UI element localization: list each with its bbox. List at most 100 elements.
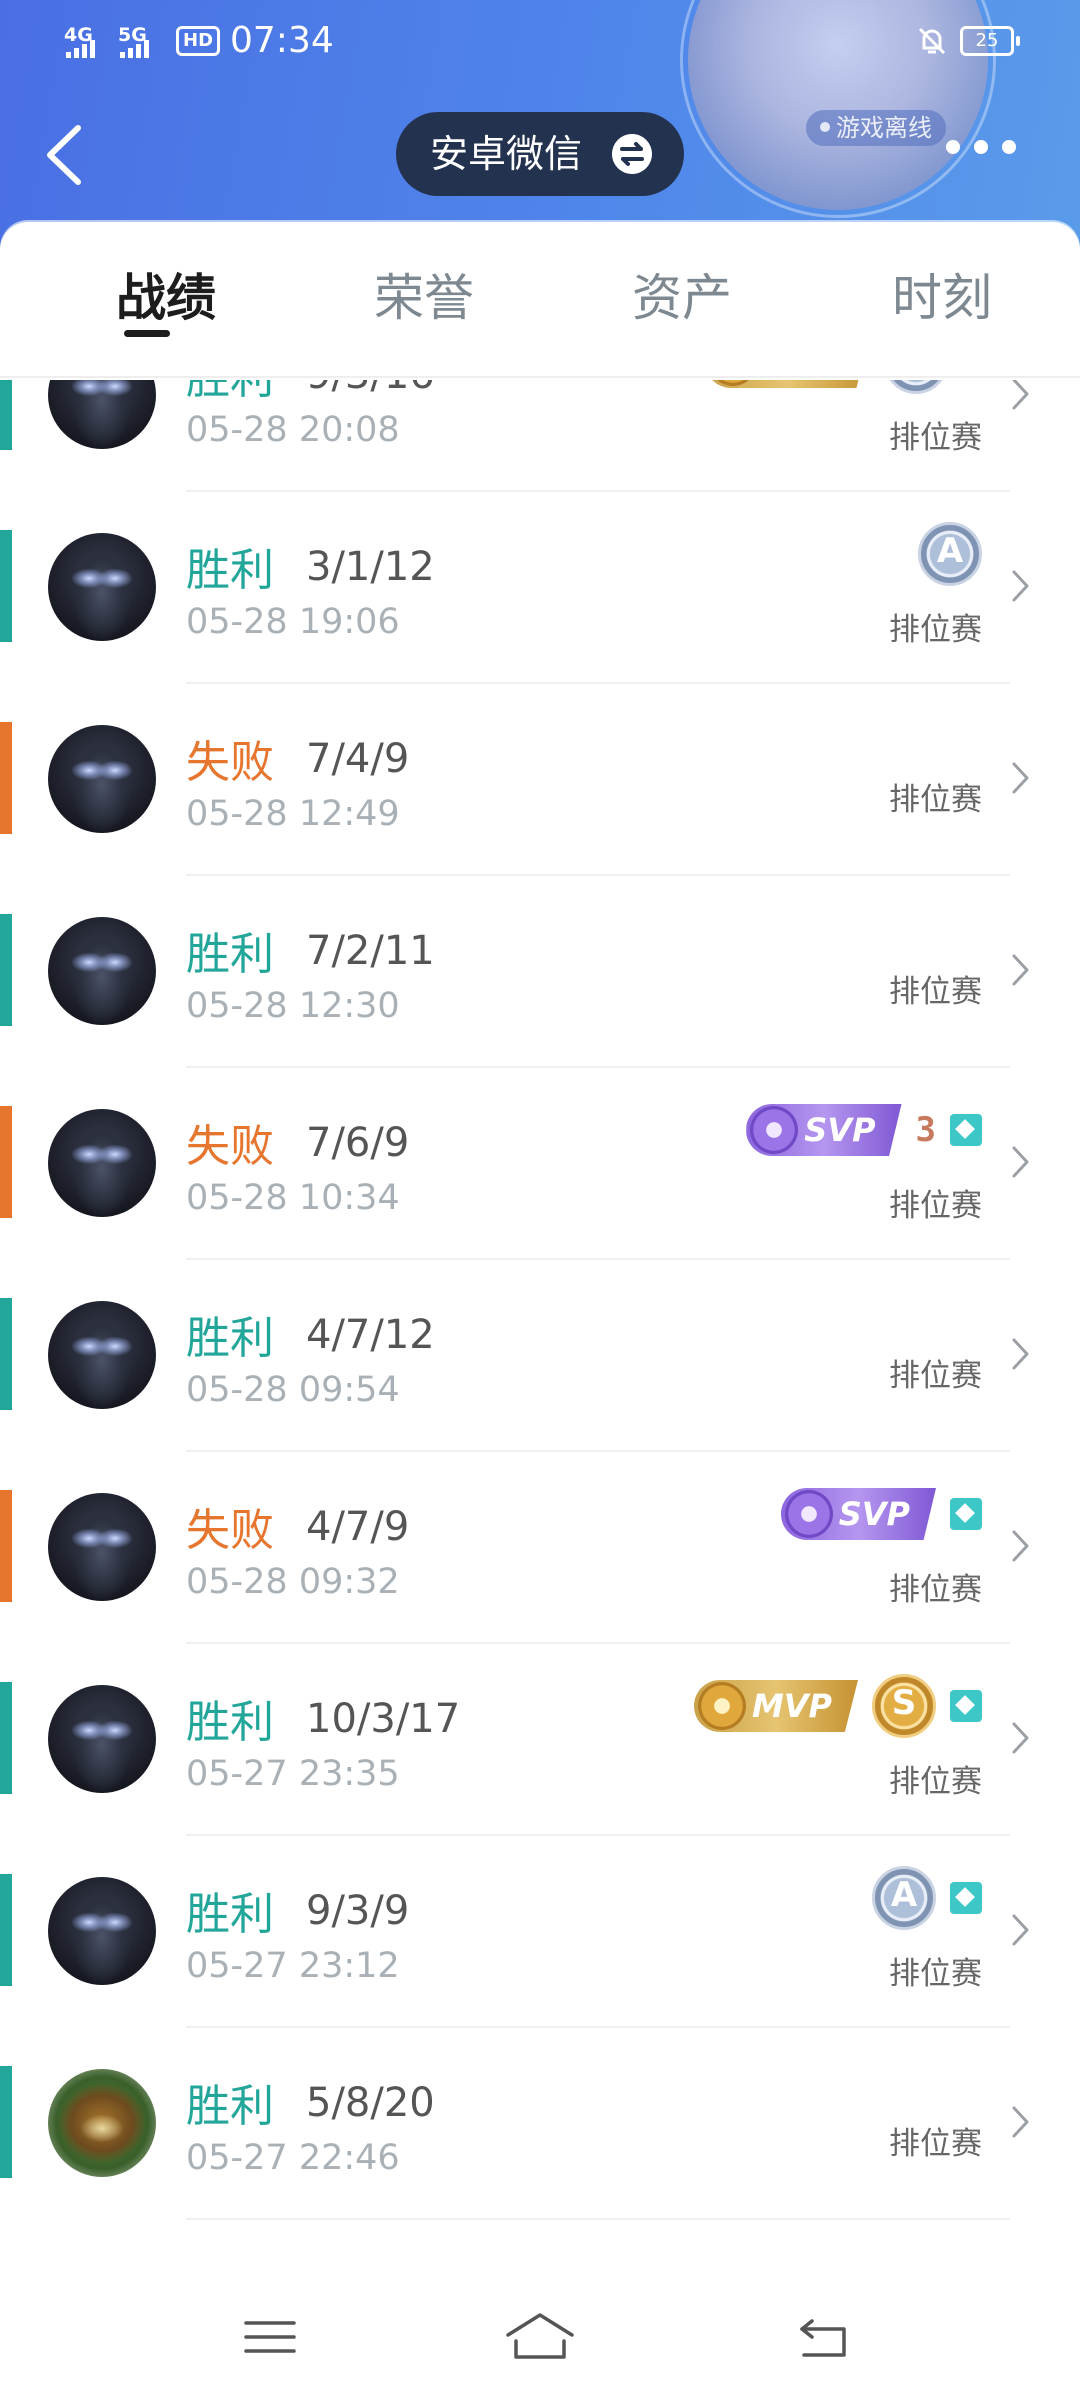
match-time: 05-28 12:30 xyxy=(186,986,400,1026)
match-row[interactable]: 胜利 4/7/12 05-28 09:54 排位赛 xyxy=(0,1260,1080,1452)
match-time: 05-28 09:32 xyxy=(186,1562,400,1602)
diamond-icon xyxy=(950,1498,982,1530)
match-row[interactable]: 失败 7/6/9 05-28 10:34 SVP 3 排位赛 xyxy=(0,1068,1080,1260)
match-mode: 排位赛 xyxy=(889,420,982,456)
match-badges: MVP A 3 xyxy=(705,380,982,394)
match-badges: A xyxy=(918,522,982,586)
match-row[interactable]: 胜利 3/1/12 05-28 19:06 A 排位赛 xyxy=(0,492,1080,684)
hero-avatar xyxy=(48,1109,156,1217)
match-row[interactable]: 胜利 7/2/11 05-28 12:30 排位赛 xyxy=(0,876,1080,1068)
game-status-badge: 游戏离线 xyxy=(806,110,946,146)
account-switch-button[interactable]: 安卓微信 xyxy=(396,112,684,196)
result-indicator-bar xyxy=(0,530,12,642)
back-arrow-icon[interactable] xyxy=(40,120,90,190)
match-time: 05-27 22:46 xyxy=(186,2138,400,2178)
match-result: 胜利 xyxy=(186,380,274,406)
chevron-right-icon xyxy=(1012,1722,1029,1754)
match-time: 05-28 20:08 xyxy=(186,410,400,450)
match-badges: A xyxy=(872,1866,982,1930)
chevron-right-icon xyxy=(1012,954,1029,986)
match-row[interactable]: 失败 4/7/9 05-28 09:32 SVP 排位赛 xyxy=(0,1452,1080,1644)
match-result: 胜利 xyxy=(186,1697,274,1748)
signal-icon xyxy=(120,40,149,58)
chevron-right-icon xyxy=(1012,1146,1029,1178)
match-badges: SVP 3 xyxy=(746,1100,982,1160)
match-kda: 5/8/20 xyxy=(306,2080,435,2126)
match-time: 05-27 23:12 xyxy=(186,1946,400,1986)
hero-avatar xyxy=(48,1301,156,1409)
match-kda: 9/3/16 xyxy=(306,380,435,398)
match-result: 胜利 xyxy=(186,929,274,980)
tab-assets[interactable]: 资产 xyxy=(622,258,742,328)
hero-avatar xyxy=(48,725,156,833)
match-row[interactable]: 胜利 10/3/17 05-27 23:35 MVP S 排位赛 xyxy=(0,1644,1080,1836)
back-icon[interactable] xyxy=(794,2307,854,2367)
match-time: 05-28 09:54 xyxy=(186,1370,400,1410)
match-result: 失败 xyxy=(186,1505,274,1556)
tab-active-indicator xyxy=(124,330,170,337)
match-result: 胜利 xyxy=(186,545,274,596)
match-result: 胜利 xyxy=(186,1313,274,1364)
match-result: 胜利 xyxy=(186,2081,274,2132)
account-label: 安卓微信 xyxy=(430,132,583,176)
match-mode: 排位赛 xyxy=(889,612,982,648)
chevron-right-icon xyxy=(1012,570,1029,602)
match-mode: 排位赛 xyxy=(889,1764,982,1800)
match-row[interactable]: 胜利 9/3/9 05-27 23:12 A 排位赛 xyxy=(0,1836,1080,2028)
match-row[interactable]: 胜利 9/3/16 05-28 20:08 MVP A 3 排位赛 xyxy=(0,380,1080,492)
result-indicator-bar xyxy=(0,380,12,450)
mvp-badge: MVP xyxy=(705,380,870,388)
match-result: 胜利 xyxy=(186,1889,274,1940)
match-mode: 排位赛 xyxy=(889,1188,982,1224)
status-bar: 4G 5G HD 07:34 25 xyxy=(0,18,1080,68)
signal-icon xyxy=(66,40,95,58)
match-row[interactable]: 胜利 5/8/20 05-27 22:46 排位赛 xyxy=(0,2028,1080,2220)
more-dots-icon[interactable] xyxy=(946,140,1016,164)
diamond-icon xyxy=(950,1690,982,1722)
tab-bar: 战绩 荣誉 资产 时刻 xyxy=(0,222,1080,378)
chevron-right-icon xyxy=(1012,1530,1029,1562)
match-time: 05-28 19:06 xyxy=(186,602,400,642)
result-indicator-bar xyxy=(0,1106,12,1218)
diamond-icon xyxy=(950,1882,982,1914)
tab-honor[interactable]: 荣誉 xyxy=(364,258,484,328)
match-kda: 7/6/9 xyxy=(306,1120,410,1166)
tab-record[interactable]: 战绩 xyxy=(106,258,226,328)
match-mode: 排位赛 xyxy=(889,1358,982,1394)
result-indicator-bar xyxy=(0,1490,12,1602)
home-icon[interactable] xyxy=(502,2307,578,2367)
match-mode: 排位赛 xyxy=(889,1956,982,1992)
chevron-right-icon xyxy=(1012,1914,1029,1946)
row-divider xyxy=(186,2218,1010,2220)
rating-s-medal-icon: S xyxy=(872,1674,936,1738)
match-row[interactable]: 失败 7/4/9 05-28 12:49 排位赛 xyxy=(0,684,1080,876)
hero-avatar xyxy=(48,533,156,641)
match-mode: 排位赛 xyxy=(889,2126,982,2162)
svp-badge: SVP xyxy=(780,1488,936,1540)
result-indicator-bar xyxy=(0,914,12,1026)
match-kda: 9/3/9 xyxy=(306,1888,410,1934)
match-kda: 4/7/12 xyxy=(306,1312,435,1358)
match-time: 05-27 23:35 xyxy=(186,1754,400,1794)
result-indicator-bar xyxy=(0,722,12,834)
rating-a-medal-icon: A xyxy=(918,522,982,586)
swap-icon xyxy=(612,134,652,174)
match-list[interactable]: 胜利 9/3/16 05-28 20:08 MVP A 3 排位赛 胜利 3/1/1… xyxy=(0,380,1080,2275)
hero-avatar xyxy=(48,1685,156,1793)
result-indicator-bar xyxy=(0,1298,12,1410)
match-badges: MVP S xyxy=(693,1674,982,1738)
mute-bell-icon xyxy=(918,27,946,55)
hd-voice-icon: HD xyxy=(176,26,221,56)
match-badges: SVP xyxy=(780,1484,982,1544)
result-indicator-bar xyxy=(0,1874,12,1986)
menu-icon[interactable] xyxy=(240,2307,300,2367)
tab-moments[interactable]: 时刻 xyxy=(882,258,1002,328)
hero-avatar xyxy=(48,1877,156,1985)
rank-three-icon: 3 xyxy=(962,380,982,382)
match-mode: 排位赛 xyxy=(889,782,982,818)
chevron-right-icon xyxy=(1012,2106,1029,2138)
match-kda: 7/2/11 xyxy=(306,928,435,974)
rating-a-medal-icon: A xyxy=(883,380,948,394)
system-nav-bar xyxy=(0,2275,1080,2400)
hero-avatar xyxy=(48,2069,156,2177)
